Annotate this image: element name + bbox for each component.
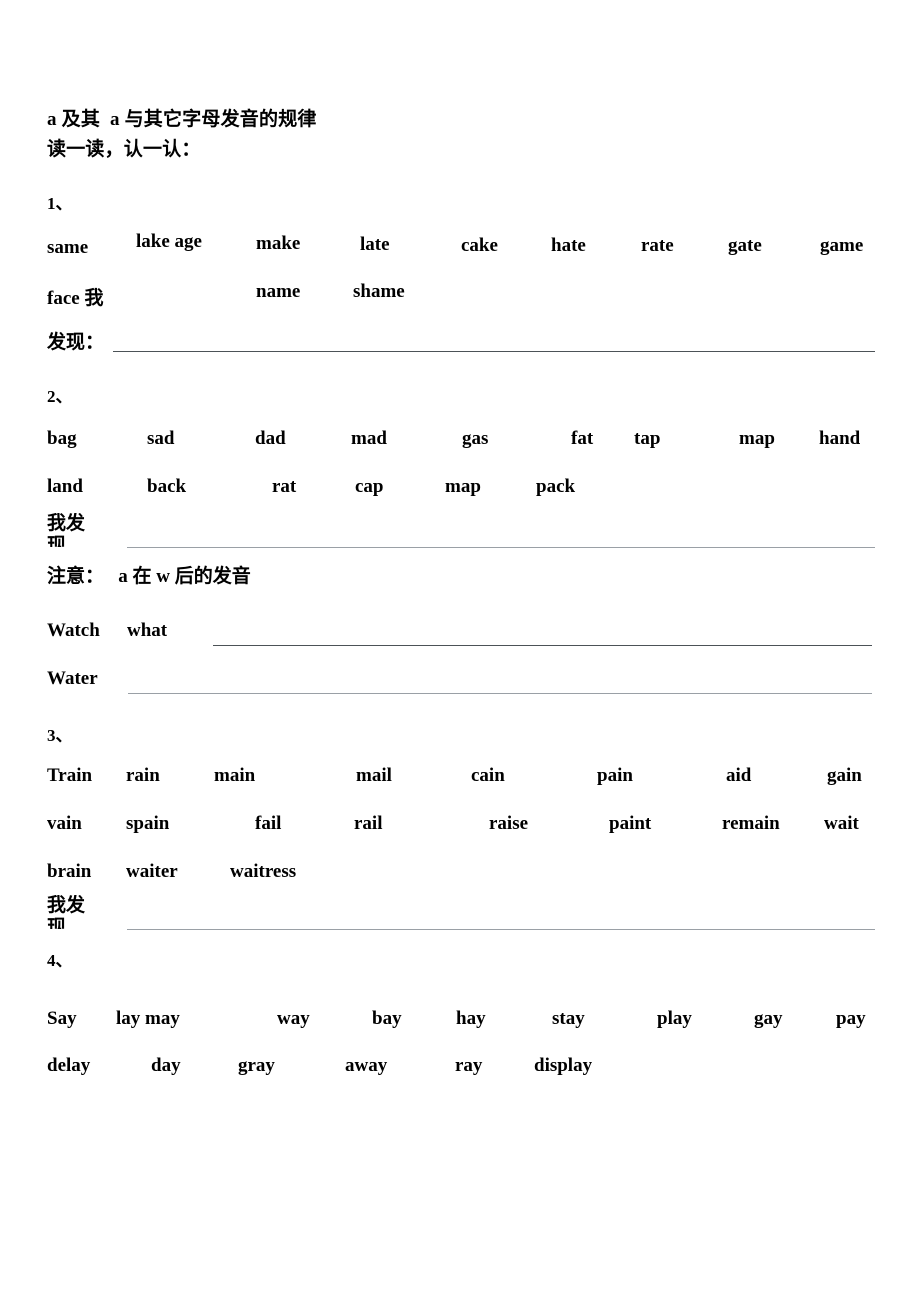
finding-label-2: 我发现: [47, 513, 86, 547]
word: name: [256, 281, 301, 302]
section-number-4: 4、: [47, 951, 73, 970]
word: gain: [827, 765, 862, 786]
word: day: [151, 1055, 181, 1076]
word: Watch: [47, 620, 100, 641]
word: rain: [126, 765, 160, 786]
section-number-3: 3、: [47, 726, 73, 745]
word: bay: [372, 1008, 402, 1029]
word: same: [47, 237, 89, 258]
word: bag: [47, 428, 77, 449]
word: late: [360, 234, 390, 255]
word: remain: [722, 813, 780, 834]
word: cain: [471, 765, 505, 786]
word: hate: [551, 235, 586, 256]
word: land: [47, 476, 83, 497]
word: fat: [571, 428, 594, 449]
answer-rule-watch[interactable]: [213, 645, 872, 646]
word: pay: [836, 1008, 866, 1029]
word: map: [445, 476, 481, 497]
word: make: [256, 233, 301, 254]
word: face 我: [47, 288, 104, 309]
note-heading: 注意： a 在 w 后的发音: [47, 566, 251, 587]
word: delay: [47, 1055, 91, 1076]
section-number-1: 1、: [47, 194, 73, 213]
word: vain: [47, 813, 82, 834]
word: Say: [47, 1008, 77, 1029]
finding-label-1: 发现：: [47, 332, 105, 353]
word: stay: [552, 1008, 585, 1029]
word: lake age: [136, 231, 202, 252]
finding-label-3: 我发现: [47, 895, 86, 929]
word: Train: [47, 765, 93, 786]
word: fail: [255, 813, 282, 834]
word: aid: [726, 765, 752, 786]
word: play: [657, 1008, 692, 1029]
worksheet-page: a 及其 a 与其它字母发音的规律 读一读，认一认： 1、 same lake …: [0, 0, 920, 1302]
word: mad: [351, 428, 387, 449]
section-number-2: 2、: [47, 387, 73, 406]
word: paint: [609, 813, 652, 834]
word: back: [147, 476, 187, 497]
word: hand: [819, 428, 861, 449]
word: cap: [355, 476, 384, 497]
page-subtitle: 读一读，认一认：: [47, 139, 201, 160]
word: waitress: [230, 861, 297, 882]
word: rat: [272, 476, 297, 497]
word: gate: [728, 235, 762, 256]
word: tap: [634, 428, 661, 449]
word: gray: [238, 1055, 275, 1076]
page-title: a 及其 a 与其它字母发音的规律: [47, 109, 317, 130]
word: raise: [489, 813, 529, 834]
word: away: [345, 1055, 388, 1076]
word: map: [739, 428, 775, 449]
answer-rule-1[interactable]: [113, 351, 875, 352]
word: mail: [356, 765, 392, 786]
word: lay may: [116, 1008, 180, 1029]
word: rate: [641, 235, 674, 256]
answer-rule-2[interactable]: [127, 547, 875, 548]
answer-rule-3[interactable]: [127, 929, 875, 930]
word: brain: [47, 861, 92, 882]
word: Water: [47, 668, 98, 689]
word: wait: [824, 813, 859, 834]
word: pack: [536, 476, 576, 497]
word: shame: [353, 281, 405, 302]
word: ray: [455, 1055, 483, 1076]
word: display: [534, 1055, 593, 1076]
word: gas: [462, 428, 489, 449]
word: gay: [754, 1008, 783, 1029]
word: dad: [255, 428, 286, 449]
word: hay: [456, 1008, 486, 1029]
word: spain: [126, 813, 170, 834]
answer-rule-water[interactable]: [128, 693, 872, 694]
word: sad: [147, 428, 175, 449]
word: main: [214, 765, 256, 786]
word: what: [127, 620, 168, 641]
word: game: [820, 235, 864, 256]
word: cake: [461, 235, 498, 256]
word: way: [277, 1008, 310, 1029]
word: waiter: [126, 861, 178, 882]
word: pain: [597, 765, 633, 786]
word: rail: [354, 813, 383, 834]
